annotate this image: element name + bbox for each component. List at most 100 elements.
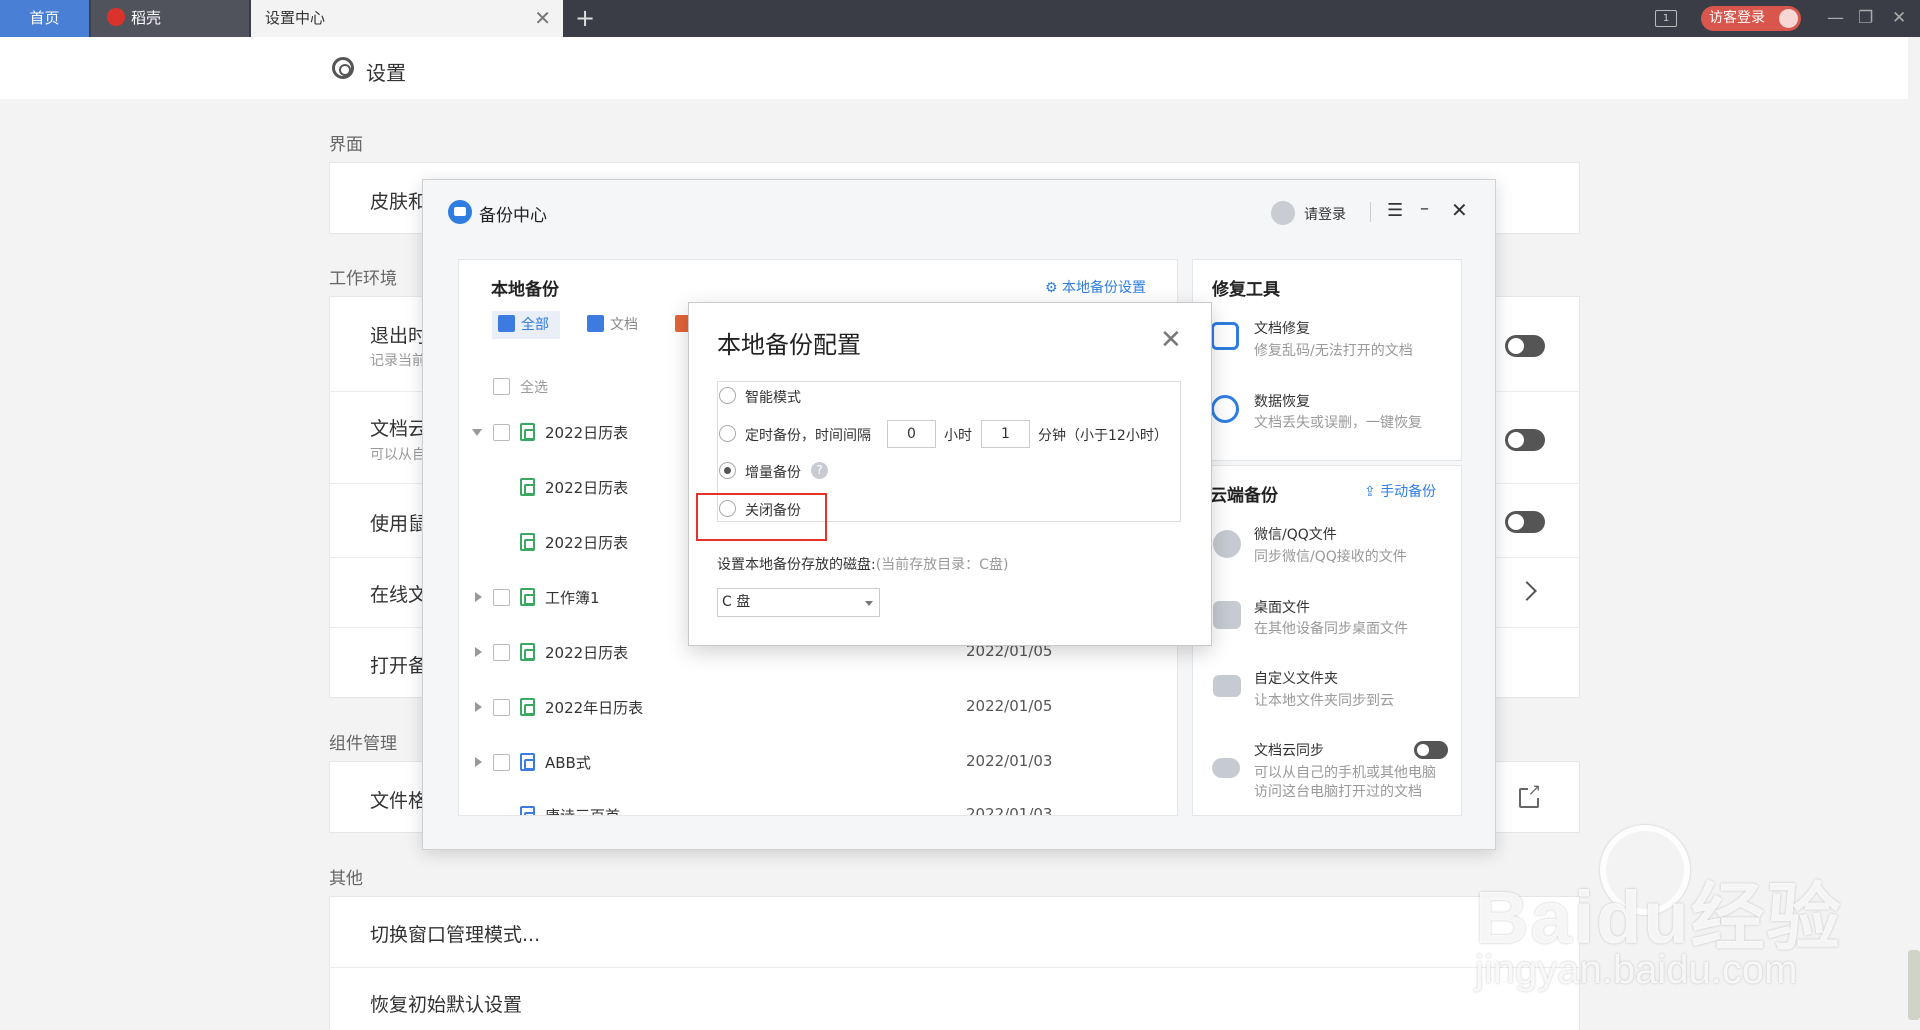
expand-icon[interactable] bbox=[475, 592, 482, 602]
divider bbox=[1370, 202, 1371, 222]
tool-name[interactable]: 文档修复 bbox=[1254, 318, 1310, 338]
file-name[interactable]: 2022年日历表 bbox=[545, 697, 643, 718]
filter-all[interactable]: 全部 bbox=[492, 311, 560, 339]
file-checkbox[interactable] bbox=[493, 424, 510, 441]
restore-icon[interactable]: ❐ bbox=[1858, 0, 1873, 37]
row-restore-default[interactable]: 恢复初始默认设置 bbox=[370, 990, 522, 1017]
window-count-icon[interactable]: 1 bbox=[1655, 10, 1677, 27]
close-icon[interactable]: ✕ bbox=[1451, 198, 1468, 222]
page-title: 设置 bbox=[366, 61, 406, 85]
chevron-down-icon bbox=[865, 601, 873, 606]
row-doc-cloud-sub: 可以从自 bbox=[370, 447, 426, 463]
filter-pdf[interactable] bbox=[669, 311, 692, 339]
cloud-item-name[interactable]: 桌面文件 bbox=[1254, 597, 1310, 617]
file-name[interactable]: 工作簿1 bbox=[545, 587, 600, 608]
sheet-file-icon bbox=[520, 698, 535, 716]
row-switch-window[interactable]: 切换窗口管理模式... bbox=[370, 920, 540, 947]
close-window-icon[interactable]: ✕ bbox=[1892, 0, 1906, 37]
expand-icon[interactable] bbox=[475, 702, 482, 712]
file-checkbox[interactable] bbox=[493, 644, 510, 661]
doc-cloud-sync-toggle[interactable] bbox=[1414, 741, 1448, 759]
dialog-title: 本地备份配置 bbox=[717, 331, 861, 359]
disk-select[interactable]: C 盘 bbox=[717, 588, 880, 617]
cloud-item-name[interactable]: 自定义文件夹 bbox=[1254, 668, 1338, 688]
gear-icon bbox=[332, 57, 354, 79]
minimize-icon[interactable]: — bbox=[1827, 0, 1844, 37]
disk-current: (当前存放目录：C盘) bbox=[875, 557, 1009, 573]
mouse-toggle[interactable] bbox=[1505, 511, 1545, 533]
cloud-item-desc: 可以从自己的手机或其他电脑 bbox=[1254, 765, 1436, 781]
tab-settings[interactable]: 设置中心 ✕ bbox=[251, 0, 563, 37]
section-other: 其他 bbox=[329, 869, 363, 889]
row-doc-cloud: 文档云 bbox=[370, 418, 428, 440]
select-all-checkbox[interactable] bbox=[493, 378, 510, 395]
cloud-backup-title: 云端备份 bbox=[1210, 486, 1278, 506]
manual-backup-link[interactable]: ⇪ 手动备份 bbox=[1364, 481, 1436, 501]
radio-timed[interactable] bbox=[719, 425, 736, 442]
filter-doc-label: 文档 bbox=[610, 317, 638, 333]
backup-logo-icon bbox=[448, 200, 472, 224]
expand-icon[interactable] bbox=[475, 647, 482, 657]
help-icon[interactable]: ? bbox=[811, 462, 828, 479]
local-backup-settings-link[interactable]: ⚙ 本地备份设置 bbox=[1045, 277, 1146, 297]
row-exit-sub: 记录当前 bbox=[370, 353, 426, 369]
list-icon bbox=[498, 314, 515, 332]
scrollbar-thumb[interactable] bbox=[1908, 950, 1920, 1020]
doc-cloud-toggle[interactable] bbox=[1505, 429, 1545, 451]
row-online[interactable]: 在线文 bbox=[370, 580, 427, 607]
option-incremental-label[interactable]: 增量备份 bbox=[745, 462, 801, 482]
radio-smart[interactable] bbox=[719, 387, 736, 404]
watermark-url: jingyan.baidu.com bbox=[1475, 948, 1798, 992]
tool-desc: 修复乱码/无法打开的文档 bbox=[1254, 343, 1413, 359]
file-name[interactable]: ABB式 bbox=[545, 752, 591, 773]
close-icon[interactable]: ✕ bbox=[1160, 325, 1182, 355]
file-name[interactable]: 唐诗三百首 bbox=[545, 805, 620, 815]
card-other: 切换窗口管理模式... 恢复初始默认设置 bbox=[329, 896, 1580, 1030]
user-avatar-icon[interactable] bbox=[1271, 201, 1295, 225]
sheet-file-icon bbox=[520, 423, 535, 441]
file-name[interactable]: 2022日历表 bbox=[545, 642, 628, 663]
tab-home[interactable]: 首页 bbox=[0, 0, 89, 37]
divider bbox=[330, 967, 1579, 968]
row-open-backup[interactable]: 打开备 bbox=[370, 651, 427, 678]
login-link[interactable]: 请登录 bbox=[1304, 204, 1346, 224]
tab-close-icon[interactable]: ✕ bbox=[534, 0, 551, 37]
tool-name[interactable]: 数据恢复 bbox=[1254, 391, 1310, 411]
cloud-item-name[interactable]: 文档云同步 bbox=[1254, 740, 1324, 760]
file-checkbox[interactable] bbox=[493, 589, 510, 606]
collapse-icon[interactable] bbox=[472, 429, 482, 436]
file-name[interactable]: 2022日历表 bbox=[545, 477, 628, 498]
doc-file-icon bbox=[520, 753, 535, 771]
file-name[interactable]: 2022日历表 bbox=[545, 532, 628, 553]
file-date: 2022/01/05 bbox=[966, 697, 1053, 715]
repair-tools-title: 修复工具 bbox=[1212, 280, 1280, 300]
external-link-icon[interactable] bbox=[1519, 782, 1541, 808]
minutes-input[interactable]: 1 bbox=[981, 420, 1030, 448]
file-checkbox[interactable] bbox=[493, 754, 510, 771]
tab-daoke[interactable]: 稻壳 bbox=[91, 0, 249, 37]
daoke-logo-icon bbox=[107, 7, 125, 26]
cloud-item-desc-2: 访问这台电脑打开过的文档 bbox=[1254, 784, 1422, 800]
hours-input[interactable]: 0 bbox=[887, 420, 936, 448]
filter-doc[interactable]: 文档 bbox=[581, 311, 649, 339]
file-name[interactable]: 2022日历表 bbox=[545, 422, 628, 443]
scrollbar[interactable] bbox=[1908, 37, 1920, 1030]
exit-toggle[interactable] bbox=[1505, 335, 1545, 357]
guest-login-button[interactable]: 访客登录 bbox=[1701, 6, 1801, 31]
option-timed-label[interactable]: 定时备份，时间间隔 bbox=[745, 425, 871, 445]
row-file-format[interactable]: 文件格 bbox=[370, 786, 427, 813]
new-tab-icon[interactable]: + bbox=[575, 0, 595, 37]
row-skin[interactable]: 皮肤和 bbox=[370, 187, 427, 214]
avatar bbox=[1779, 9, 1798, 28]
desktop-icon bbox=[1213, 601, 1241, 629]
sheet-file-icon bbox=[520, 533, 535, 551]
expand-icon[interactable] bbox=[475, 757, 482, 767]
disk-select-value: C 盘 bbox=[722, 594, 751, 610]
cloud-item-name[interactable]: 微信/QQ文件 bbox=[1254, 524, 1337, 544]
radio-incremental[interactable] bbox=[719, 462, 736, 479]
option-smart-label[interactable]: 智能模式 bbox=[745, 387, 801, 407]
file-checkbox[interactable] bbox=[493, 699, 510, 716]
hamburger-icon[interactable]: ☰ bbox=[1387, 200, 1403, 221]
minimize-icon[interactable]: – bbox=[1420, 198, 1429, 219]
wechat-qq-icon bbox=[1213, 530, 1241, 558]
